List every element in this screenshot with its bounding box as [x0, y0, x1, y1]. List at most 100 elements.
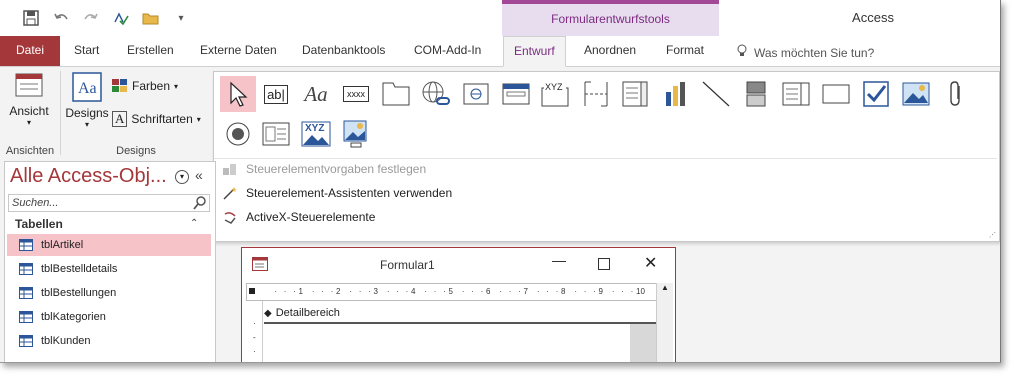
save-icon[interactable]	[22, 9, 40, 27]
divider	[60, 71, 61, 155]
customize-qat-icon[interactable]: ▾	[172, 9, 190, 27]
unbound-object-frame-icon[interactable]: XYZ	[298, 116, 334, 152]
nav-item-tblkategorien[interactable]: tblKategorien	[7, 306, 211, 328]
chart-control-icon[interactable]	[658, 76, 694, 112]
page-break-control-icon[interactable]	[578, 76, 614, 112]
tab-com-add-in[interactable]: COM-Add-In	[404, 36, 491, 66]
menu-steuerelement-assistenten[interactable]: Steuerelement-Assistenten verwenden	[222, 182, 452, 204]
tab-entwurf[interactable]: Entwurf	[503, 36, 566, 67]
ruler-tick: ·	[536, 287, 540, 296]
table-icon	[19, 263, 33, 275]
tab-datenbanktools[interactable]: Datenbanktools	[292, 36, 395, 66]
nav-search-input[interactable]: Suchen...	[8, 194, 210, 212]
select-pointer-icon[interactable]	[220, 76, 256, 112]
tab-control-icon[interactable]	[378, 76, 414, 112]
ruler-tick: -	[253, 333, 256, 342]
schriftarten-button[interactable]: A Schriftarten ▾	[112, 111, 201, 127]
navigation-control-icon[interactable]	[498, 76, 534, 112]
ruler-number: 4	[411, 287, 416, 296]
close-icon[interactable]: ✕	[644, 253, 657, 273]
ruler-number: 3	[373, 287, 378, 296]
ruler-corner-icon[interactable]	[249, 288, 255, 294]
nav-item-tblbestellungen[interactable]: tblBestellungen	[7, 282, 211, 304]
minimize-icon[interactable]: —	[552, 252, 566, 268]
ruler-tick: ·	[405, 287, 409, 296]
farben-button[interactable]: Farben ▾	[112, 79, 178, 93]
attachment-control-icon[interactable]	[938, 76, 974, 112]
table-icon	[19, 311, 33, 323]
ruler-tick: ·	[311, 287, 315, 296]
ruler-number: 5	[448, 287, 453, 296]
web-browser-control-icon[interactable]	[458, 76, 494, 112]
search-icon[interactable]	[193, 196, 207, 213]
tab-format[interactable]: Format	[656, 36, 714, 66]
form-design-window: Formular1 — ✕ 1 · · · 2 · · · 3 · · · 4 · · · 5 · · · 6 · · · 7 ·…	[241, 247, 676, 362]
button-control-icon[interactable]: xxxx	[338, 76, 374, 112]
tab-erstellen[interactable]: Erstellen	[117, 36, 184, 66]
ruler-tick: ·	[349, 287, 353, 296]
label-control-icon[interactable]: Aa	[298, 76, 334, 112]
line-control-icon[interactable]	[698, 76, 734, 112]
textbox-control-icon[interactable]: ab|	[258, 76, 294, 112]
vertical-scrollbar[interactable]: ▲	[656, 283, 673, 362]
ruler-tick: ·	[555, 287, 559, 296]
folder-icon[interactable]	[142, 9, 160, 27]
nav-item-tblbestelldetails[interactable]: tblBestelldetails	[7, 258, 211, 280]
tab-externe-daten[interactable]: Externe Daten	[190, 36, 287, 66]
subform-control-icon[interactable]	[258, 116, 294, 152]
hyperlink-control-icon[interactable]	[418, 76, 454, 112]
menu-activex-steuerelemente[interactable]: ActiveX-Steuerelemente	[222, 206, 375, 228]
ruler-tick: ·	[368, 287, 371, 296]
ruler-tick: ·	[593, 287, 596, 296]
option-group-control-icon[interactable]: XYZ	[538, 76, 574, 112]
chevron-down-icon: ▾	[174, 81, 179, 91]
resize-grip-icon[interactable]: ⋰	[989, 231, 996, 239]
nav-title[interactable]: Alle Access-Obj...	[10, 165, 167, 188]
tab-anordnen[interactable]: Anordnen	[574, 36, 646, 66]
combo-box-control-icon[interactable]	[618, 76, 654, 112]
list-box-control-icon[interactable]	[778, 76, 814, 112]
collapse-nav-icon[interactable]: «	[195, 167, 203, 183]
colors-icon	[112, 79, 127, 92]
tab-start[interactable]: Start	[64, 36, 109, 66]
nav-item-tblkunden[interactable]: tblKunden	[7, 330, 211, 352]
nav-menu-dropdown-icon[interactable]: ▾	[175, 170, 189, 184]
form-window-icon	[252, 257, 268, 274]
designs-button[interactable]: Aa Designs ▾	[64, 71, 110, 129]
group-label-designs: Designs	[116, 145, 156, 157]
scroll-up-icon[interactable]: ▲	[657, 283, 673, 292]
checkbox-control-icon[interactable]	[858, 76, 894, 112]
tab-datei[interactable]: Datei	[0, 36, 60, 66]
ruler-tick: ·	[321, 287, 324, 296]
ruler-tick: ·	[461, 287, 465, 296]
ruler-tick: ·	[480, 287, 484, 296]
context-tab-group: Formularentwurfstools	[502, 0, 719, 36]
image-control-icon[interactable]	[898, 76, 934, 112]
collapse-section-icon[interactable]: ⌃	[190, 218, 198, 229]
ruler-tick: ·	[283, 287, 287, 296]
menu-steuerelementvorgaben[interactable]: Steuerelementvorgaben festlegen	[222, 158, 426, 180]
option-button-control-icon[interactable]	[220, 116, 256, 152]
undo-icon[interactable]	[52, 9, 70, 27]
nav-section-tabellen[interactable]: Tabellen	[15, 217, 63, 231]
detail-section-label: Detailbereich	[275, 307, 340, 319]
detail-section-header[interactable]: ◆ Detailbereich	[264, 304, 656, 324]
toggle-button-control-icon[interactable]	[738, 76, 774, 112]
horizontal-ruler: 1 · · · 2 · · · 3 · · · 4 · · · 5 · · · 6 · · · 7 · · · 8 · · · 9 · · · 10 · ·…	[246, 283, 660, 301]
access-window: ▾ Formularentwurfstools Access Datei Sta…	[0, 0, 1001, 363]
rectangle-control-icon[interactable]	[818, 76, 854, 112]
nav-item-tblartikel[interactable]: tblArtikel	[7, 234, 211, 256]
ruler-tick: ·	[611, 287, 615, 296]
ruler-tick: ·	[293, 287, 296, 296]
tell-me-box[interactable]: Was möchten Sie tun?	[736, 44, 874, 61]
maximize-icon[interactable]	[598, 258, 610, 270]
redo-icon[interactable]	[82, 9, 100, 27]
ansicht-button[interactable]: Ansicht ▾	[6, 71, 52, 127]
ruler-tick: ·	[621, 287, 624, 296]
bound-object-frame-icon[interactable]	[338, 116, 374, 152]
view-icon	[15, 73, 43, 97]
ruler-tick: ·	[358, 287, 362, 296]
spellcheck-icon[interactable]	[112, 9, 130, 27]
svg-text:XYZ: XYZ	[545, 82, 563, 92]
ruler-tick: ·	[253, 347, 256, 356]
